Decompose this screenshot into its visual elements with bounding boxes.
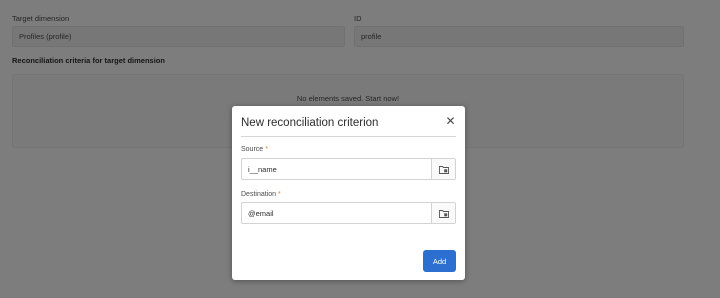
close-icon[interactable]: ✕ <box>444 115 457 128</box>
required-marker: * <box>278 191 281 198</box>
destination-label-text: Destination <box>241 191 277 198</box>
destination-label: Destination * <box>241 191 281 198</box>
destination-picker-button[interactable] <box>431 203 455 223</box>
new-criterion-dialog: New reconciliation criterion ✕ Source* D… <box>232 106 465 280</box>
dialog-title: New reconciliation criterion <box>241 117 379 129</box>
destination-input[interactable] <box>242 203 431 223</box>
source-label: Source * <box>241 146 268 153</box>
source-field <box>241 158 456 180</box>
folder-picker-icon <box>438 209 449 218</box>
source-picker-button[interactable] <box>431 159 455 179</box>
required-marker: * <box>265 146 268 153</box>
source-input[interactable] <box>242 159 431 179</box>
folder-picker-icon <box>438 165 449 174</box>
add-button[interactable]: Add <box>423 250 456 272</box>
destination-field <box>241 202 456 224</box>
divider <box>241 136 456 137</box>
source-label-text: Source <box>241 146 264 153</box>
